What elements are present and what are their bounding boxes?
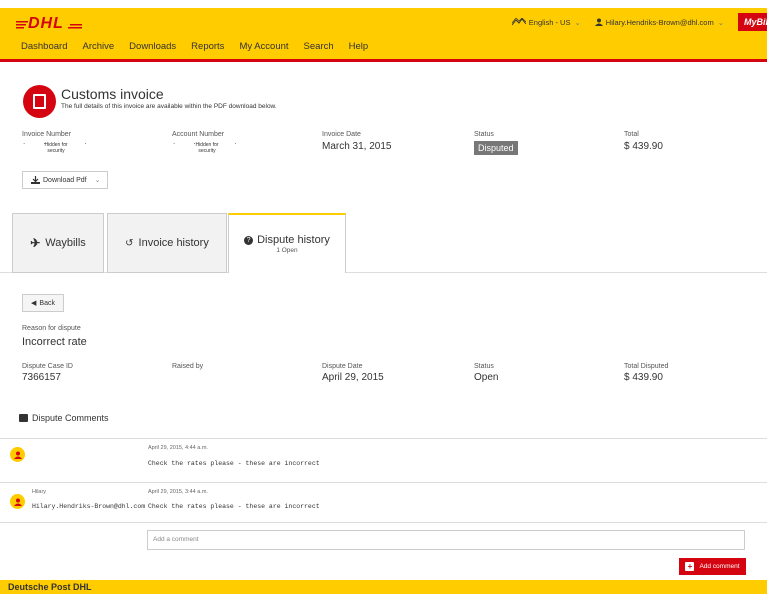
top-header: DHL English - US ⌄ Hilary.Hendriks-Brown… [0,8,767,59]
nav-downloads[interactable]: Downloads [129,41,176,52]
question-circle-icon: ? [244,235,254,245]
svg-text:DHL: DHL [28,15,64,31]
dispute-status-value: Open [474,372,499,383]
invoice-date-value: March 31, 2015 [322,141,392,152]
comment-icon [19,414,28,422]
tab-dispute-history-sub: 1 Open [276,247,298,254]
dispute-case-id-label: Dispute Case ID [22,363,73,370]
header-red-bar [0,59,767,62]
user-icon [594,18,603,26]
chevron-down-icon: ⌄ [717,17,724,27]
comment-time: April 29, 2015, 4:44 a.m. [148,445,208,451]
dispute-date-label: Dispute Date [322,363,363,370]
total-label: Total [624,131,639,138]
tab-waybills-label: Waybills [45,237,86,249]
chevron-down-icon: ⌄ [94,177,101,184]
comment-text: Check the rates please - these are incor… [148,460,320,467]
nav-help[interactable]: Help [349,41,369,52]
reason-label: Reason for dispute [22,325,81,332]
tab-invoice-history[interactable]: ↺ Invoice history [107,213,227,273]
reason-value: Incorrect rate [22,336,87,348]
nav-archive[interactable]: Archive [82,41,114,52]
back-label: Back [39,299,55,307]
user-email: Hilary.Hendriks-Brown@dhl.com [605,17,714,27]
comment-author-email: Hilary.Hendriks-Brown@dhl.com [32,503,146,510]
globe-lines-icon [511,18,526,26]
history-icon: ↺ [125,237,134,249]
add-comment-button[interactable]: + Add comment [679,558,746,575]
plane-icon: ✈ [30,236,41,250]
download-pdf-button[interactable]: Download Pdf ⌄ [22,171,108,189]
nav-reports[interactable]: Reports [191,41,224,52]
user-menu[interactable]: Hilary.Hendriks-Brown@dhl.com ⌄ [594,17,724,27]
comment-item: Hilary Hilary.Hendriks-Brown@dhl.com Apr… [0,482,767,522]
add-comment-label: Add comment [699,563,740,570]
dhl-logo-icon: DHL [16,15,82,32]
total-disputed-label: Total Disputed [624,363,669,370]
account-number-hidden: Hidden for security [195,142,219,154]
nav-my-account[interactable]: My Account [239,41,288,52]
divider [0,522,767,523]
dhl-logo[interactable]: DHL [16,13,84,34]
avatar [10,494,25,509]
user-icon [13,451,22,459]
download-pdf-label: Download Pdf [43,176,87,184]
nav-dashboard[interactable]: Dashboard [21,41,67,52]
back-button[interactable]: ◀ Back [22,294,64,312]
page-title: Customs invoice [61,86,164,102]
footer-label: Deutsche Post DHL [8,582,92,592]
arrow-left-icon: ◀ [31,300,37,307]
comment-text: Check the rates please - these are incor… [148,503,320,510]
comment-item: April 29, 2015, 4:44 a.m. Check the rate… [0,438,767,482]
total-value: $ 439.90 [624,141,663,152]
invoice-document-icon [23,85,56,118]
chevron-down-icon: ⌄ [574,17,581,27]
invoice-date-label: Invoice Date [322,131,361,138]
tab-dispute-history[interactable]: ? Dispute history 1 Open [228,213,346,273]
dispute-date-value: April 29, 2015 [322,372,384,383]
tab-invoice-history-label: Invoice history [138,237,209,249]
dispute-status-label: Status [474,363,494,370]
header-right: English - US ⌄ Hilary.Hendriks-Brown@dhl… [511,13,767,31]
comment-time: April 29, 2015, 3:44 a.m. [148,489,208,495]
tab-waybills[interactable]: ✈ Waybills [12,213,104,273]
language-selector[interactable]: English - US ⌄ [511,17,581,27]
user-icon [13,498,22,506]
status-badge: Disputed [474,141,518,155]
language-label: English - US [528,17,571,27]
avatar [10,447,25,462]
total-disputed-value: $ 439.90 [624,372,663,383]
nav-search[interactable]: Search [304,41,334,52]
comment-input[interactable]: Add a comment [147,530,745,550]
dispute-case-id-value: 7366157 [22,372,61,383]
status-label: Status [474,131,494,138]
footer: Deutsche Post DHL [0,580,767,594]
mybill-button[interactable]: MyBill [738,13,767,31]
raised-by-label: Raised by [172,363,204,370]
invoice-number-hidden: Hidden for security [44,142,68,154]
tab-dispute-history-label: Dispute history [257,234,330,246]
download-icon [31,176,40,184]
dispute-comments-title: Dispute Comments [32,413,109,423]
main-nav: Dashboard Archive Downloads Reports My A… [21,41,383,52]
comment-author-name: Hilary [32,489,47,495]
page-subtitle: The full details of this invoice are ava… [61,103,277,110]
plus-icon: + [685,562,695,571]
